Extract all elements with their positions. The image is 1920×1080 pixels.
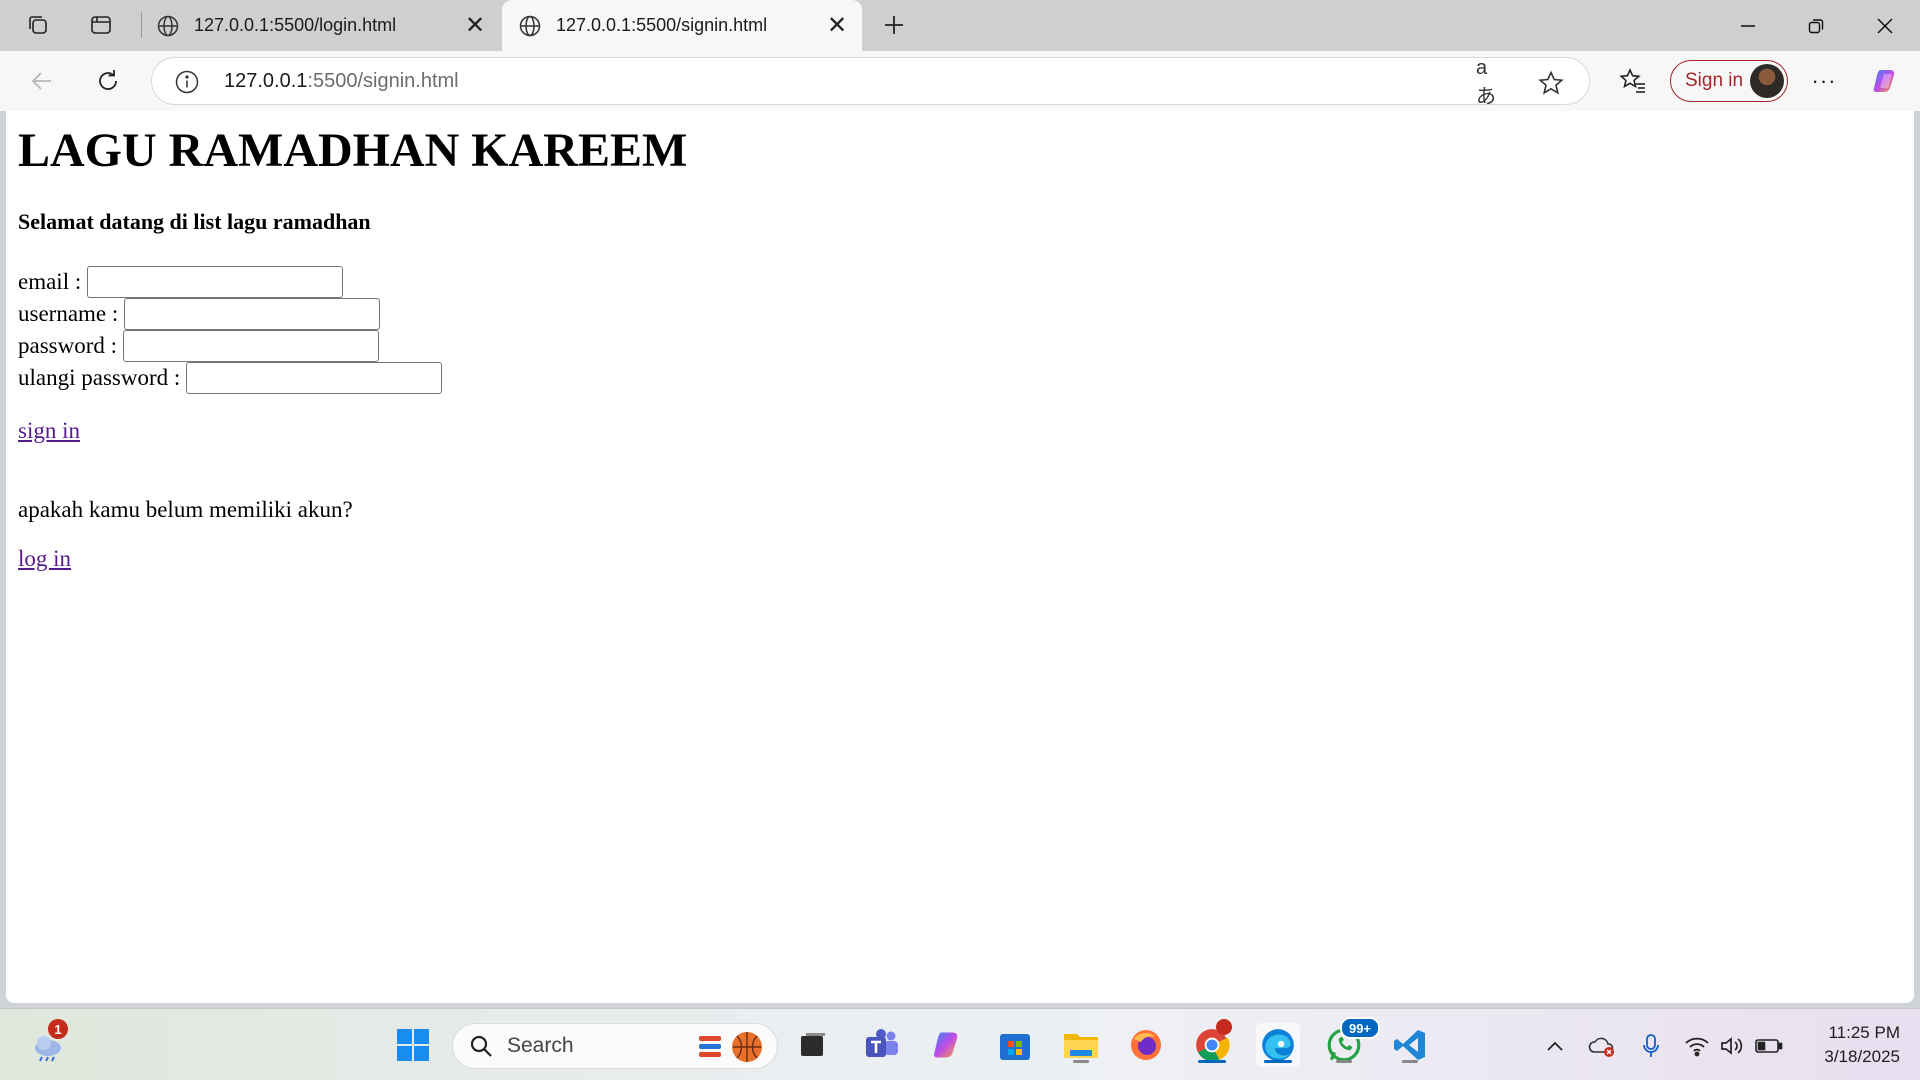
close-tab-icon[interactable]: ✕ <box>460 11 490 41</box>
avatar <box>1750 64 1784 98</box>
chevron-up-icon[interactable] <box>1540 1031 1570 1061</box>
restore-icon[interactable] <box>1786 0 1846 51</box>
password-label: password : <box>18 333 118 358</box>
running-indicator <box>1402 1060 1418 1063</box>
search-highlight-icon <box>695 1028 769 1066</box>
battery-icon[interactable] <box>1754 1031 1784 1061</box>
teams-icon[interactable] <box>860 1023 904 1067</box>
running-indicator <box>1198 1060 1226 1063</box>
repeat-password-field[interactable] <box>186 362 443 394</box>
notification-dot <box>1216 1019 1232 1035</box>
page-viewport: LAGU RAMADHAN KAREEM Selamat datang di l… <box>6 111 1914 1003</box>
tab-login[interactable]: 127.0.0.1:5500/login.html ✕ <box>140 0 500 51</box>
email-label: email : <box>18 269 82 294</box>
welcome-text: Selamat datang di list lagu ramadhan <box>18 209 371 234</box>
login-link[interactable]: log in <box>18 546 71 572</box>
system-clock[interactable]: 11:25 PM 3/18/2025 <box>1800 1021 1900 1069</box>
address-bar[interactable]: 127.0.0.1:5500/signin.html aあ <box>151 57 1590 108</box>
whatsapp-icon[interactable]: 99+ <box>1322 1017 1380 1067</box>
running-indicator <box>1336 1060 1352 1063</box>
tab-signin[interactable]: 127.0.0.1:5500/signin.html ✕ <box>502 0 862 51</box>
onedrive-icon[interactable] <box>1587 1031 1617 1061</box>
translate-icon[interactable]: aあ <box>1476 57 1504 108</box>
url-host: 127.0.0.1 <box>224 70 308 92</box>
firefox-icon[interactable] <box>1124 1023 1168 1067</box>
username-label: username : <box>18 301 119 326</box>
vscode-icon[interactable] <box>1388 1023 1432 1067</box>
notification-badge: 1 <box>48 1019 68 1039</box>
repeat-password-label: ulangi password : <box>18 365 181 390</box>
more-icon[interactable]: ··· <box>1804 61 1844 101</box>
copilot-icon[interactable] <box>1866 61 1906 101</box>
browser-toolbar: 127.0.0.1:5500/signin.html aあ Sign in ··… <box>0 51 1920 111</box>
page-title: LAGU RAMADHAN KAREEM <box>18 124 688 177</box>
search-placeholder: Search <box>507 1034 574 1057</box>
favorites-icon[interactable] <box>1613 61 1653 101</box>
tab-strip: 127.0.0.1:5500/login.html ✕ 127.0.0.1:55… <box>0 0 1920 51</box>
wifi-icon[interactable] <box>1682 1031 1712 1061</box>
close-tab-icon[interactable]: ✕ <box>822 11 852 41</box>
password-row: password : <box>18 330 380 362</box>
tab-title: 127.0.0.1:5500/login.html <box>194 15 397 35</box>
search-icon <box>470 1035 492 1057</box>
profile-signin-button[interactable]: Sign in <box>1670 60 1788 102</box>
tab-title: 127.0.0.1:5500/signin.html <box>556 15 768 35</box>
weather-icon[interactable]: 1 <box>26 1019 70 1067</box>
microphone-icon[interactable] <box>1636 1031 1666 1061</box>
no-account-text: apakah kamu belum memiliki akun? <box>18 497 353 522</box>
username-row: username : <box>18 298 381 330</box>
store-icon[interactable] <box>993 1023 1037 1067</box>
clock-date: 3/18/2025 <box>1824 1047 1900 1066</box>
info-icon[interactable] <box>174 69 200 95</box>
email-row: email : <box>18 266 344 298</box>
email-field[interactable] <box>87 266 344 298</box>
chrome-icon[interactable] <box>1190 1019 1234 1067</box>
new-tab-icon[interactable] <box>876 8 912 42</box>
running-indicator <box>1264 1060 1292 1063</box>
running-indicator <box>1073 1060 1089 1063</box>
task-view-icon[interactable] <box>791 1023 835 1067</box>
volume-icon[interactable] <box>1718 1031 1748 1061</box>
edge-icon[interactable] <box>1256 1023 1300 1067</box>
username-field[interactable] <box>124 298 381 330</box>
signin-label: Sign in <box>1685 70 1744 91</box>
minimize-icon[interactable] <box>1718 0 1778 51</box>
globe-icon <box>157 15 179 36</box>
star-icon[interactable] <box>1537 69 1565 97</box>
signin-link[interactable]: sign in <box>18 418 80 444</box>
unread-badge: 99+ <box>1340 1017 1380 1039</box>
close-window-icon[interactable] <box>1855 0 1915 51</box>
globe-icon <box>519 15 541 36</box>
url-path: :5500/signin.html <box>307 70 459 92</box>
back-arrow-icon[interactable] <box>22 61 62 101</box>
copilot-icon[interactable] <box>926 1023 970 1067</box>
taskbar-search[interactable]: Search <box>452 1023 778 1069</box>
url-text[interactable]: 127.0.0.1:5500/signin.html <box>224 70 459 93</box>
repeat-password-row: ulangi password : <box>18 362 443 394</box>
taskbar: 1 Search 99+ 11:25 PM 3/18/2025 <box>0 1008 1920 1080</box>
workspaces-icon[interactable] <box>20 8 56 42</box>
clock-time: 11:25 PM <box>1828 1023 1900 1042</box>
start-icon[interactable] <box>391 1023 435 1067</box>
reload-icon[interactable] <box>88 61 128 101</box>
password-field[interactable] <box>123 330 380 362</box>
file-explorer-icon[interactable] <box>1059 1023 1103 1067</box>
tab-actions-icon[interactable] <box>83 8 119 42</box>
